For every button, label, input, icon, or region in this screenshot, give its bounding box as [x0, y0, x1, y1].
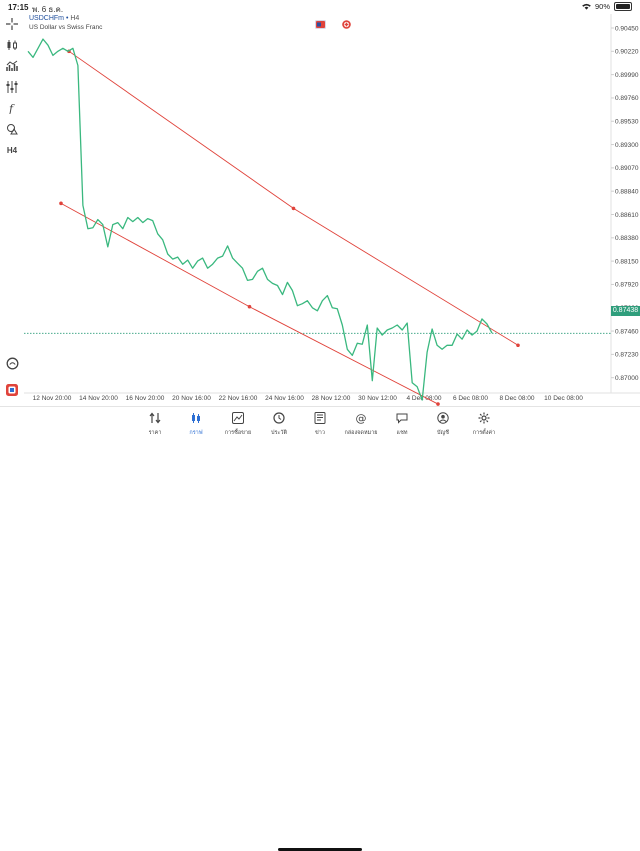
price-axis-label: 0.87000 [615, 375, 639, 382]
price-chart[interactable]: 0.90450 0.90220 0.89990 0.89760 0.89530 0.893… [0, 0, 640, 406]
tab-trade-label: การซื้อขาย [224, 430, 252, 436]
chat-bubble-icon [395, 411, 409, 425]
current-price-tag: 0.87438 [611, 306, 640, 316]
account-icon [436, 411, 450, 425]
time-axis-label: 14 Nov 20:00 [79, 395, 118, 402]
channel-upper-line[interactable] [68, 50, 519, 346]
time-axis-label: 22 Nov 16:00 [219, 395, 258, 402]
trade-chart-icon [231, 411, 245, 425]
time-axis-label: 8 Dec 08:00 [499, 395, 534, 402]
channel-lower-line[interactable] [60, 202, 439, 405]
bottom-tab-bar: ราคา กราฟ การซื้อขาย ประวัติ ข่าว @ กล่อ… [0, 406, 640, 851]
mailbox-at-icon: @ [354, 411, 368, 425]
tab-account-label: บัญชี [437, 430, 449, 436]
time-axis-label: 6 Dec 08:00 [453, 395, 488, 402]
price-axis-label: 0.89530 [615, 119, 639, 126]
time-axis-label: 16 Nov 20:00 [126, 395, 165, 402]
price-line [27, 38, 493, 401]
tab-chart-label: กราฟ [189, 430, 203, 436]
time-axis-label: 4 Dec 08:00 [406, 395, 441, 402]
tab-chat-label: แชท [396, 430, 408, 436]
time-axis-label: 24 Nov 16:00 [265, 395, 304, 402]
time-axis-label: 30 Nov 12:00 [358, 395, 397, 402]
price-axis-label: 0.89760 [615, 95, 639, 102]
tab-quotes-label: ราคา [148, 430, 162, 436]
settings-gear-icon [477, 411, 491, 425]
tab-settings[interactable]: การตั้งค่า [459, 411, 509, 437]
quotes-arrows-icon [148, 411, 162, 425]
price-axis-label: 0.89300 [615, 142, 639, 149]
time-axis-label: 20 Nov 16:00 [172, 395, 211, 402]
chart-candles-icon [189, 411, 203, 425]
news-icon [313, 411, 327, 425]
tab-mailbox-label: กล่องจดหมาย [344, 430, 378, 436]
price-axis-label: 0.88840 [615, 188, 639, 195]
tab-settings-label: การตั้งค่า [472, 430, 496, 436]
price-axis-label: 0.88150 [615, 258, 639, 265]
price-axis-label: 0.89990 [615, 72, 639, 79]
price-axis-label: 0.89070 [615, 165, 639, 172]
price-axis-label: 0.87460 [615, 328, 639, 335]
channel-lower-anchor[interactable] [247, 304, 252, 309]
svg-text:@: @ [356, 412, 367, 424]
price-axis-label: 0.90220 [615, 49, 639, 56]
history-clock-icon [272, 411, 286, 425]
tab-news-label: ข่าว [315, 430, 325, 436]
channel-upper-anchor[interactable] [516, 343, 520, 348]
price-axis-label: 0.88610 [615, 212, 639, 219]
time-axis-label: 28 Nov 12:00 [312, 395, 351, 402]
channel-upper-anchor[interactable] [291, 206, 296, 211]
price-axis-label: 0.87920 [615, 282, 639, 289]
price-axis-label: 0.90450 [615, 25, 639, 32]
price-axis-label: 0.88380 [615, 235, 639, 242]
time-axis-label: 12 Nov 20:00 [33, 395, 72, 402]
tab-history-label: ประวัติ [270, 430, 288, 436]
channel-lower-anchor[interactable] [59, 201, 63, 206]
price-axis-label: 0.87230 [615, 352, 639, 359]
time-axis-label: 10 Dec 08:00 [544, 395, 583, 402]
